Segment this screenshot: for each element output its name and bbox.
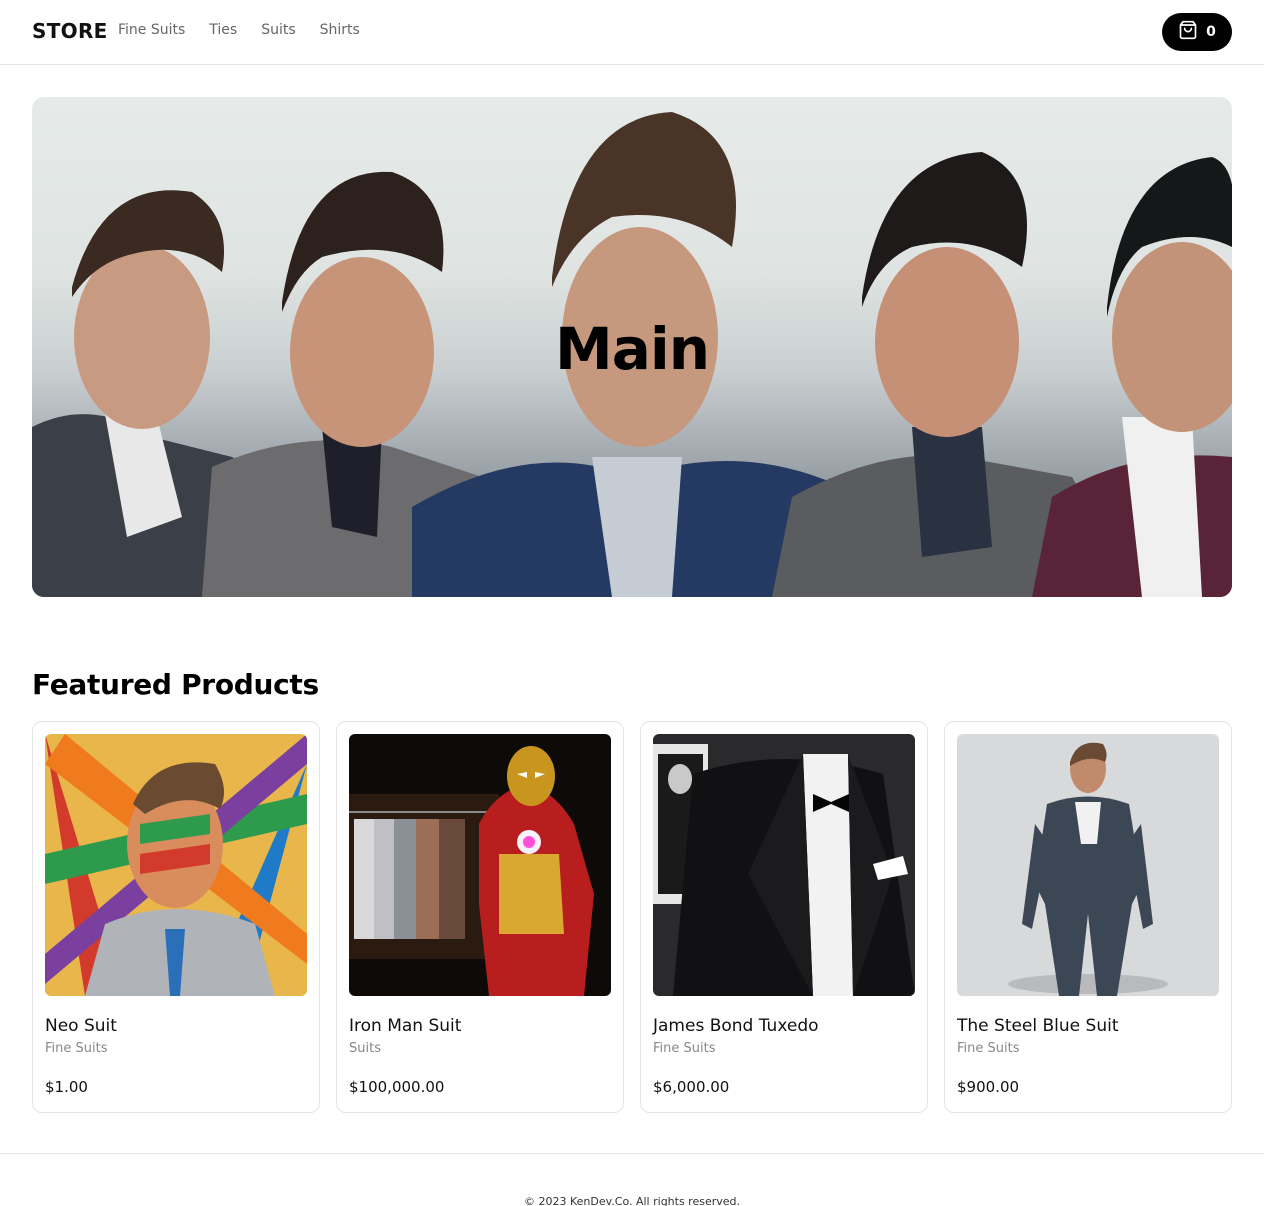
nav-link-fine-suits[interactable]: Fine Suits bbox=[118, 22, 185, 38]
product-image[interactable] bbox=[349, 734, 611, 996]
product-image[interactable] bbox=[957, 734, 1219, 996]
hero-title: Main bbox=[554, 315, 710, 383]
cart-button[interactable]: 0 bbox=[1162, 13, 1232, 51]
product-category: Fine Suits bbox=[653, 1041, 716, 1056]
product-price: $100,000.00 bbox=[349, 1078, 445, 1096]
product-category: Fine Suits bbox=[45, 1041, 108, 1056]
nav-link-shirts[interactable]: Shirts bbox=[320, 22, 360, 38]
main-nav: Fine Suits Ties Suits Shirts bbox=[118, 22, 360, 38]
product-image[interactable] bbox=[653, 734, 915, 996]
copyright-text: © 2023 KenDev.Co. All rights reserved. bbox=[523, 1195, 741, 1206]
site-footer: © 2023 KenDev.Co. All rights reserved. bbox=[0, 1153, 1264, 1206]
product-card[interactable]: Neo Suit Fine Suits $1.00 bbox=[32, 721, 320, 1113]
product-grid: Neo Suit Fine Suits $1.00 Iron Man Suit … bbox=[32, 721, 1232, 1113]
product-category: Fine Suits bbox=[957, 1041, 1020, 1056]
product-price: $6,000.00 bbox=[653, 1078, 730, 1096]
nav-link-ties[interactable]: Ties bbox=[209, 22, 237, 38]
product-name[interactable]: Neo Suit bbox=[45, 1016, 307, 1036]
product-name[interactable]: James Bond Tuxedo bbox=[653, 1016, 915, 1036]
shopping-bag-icon bbox=[1178, 20, 1198, 44]
featured-products-title: Featured Products bbox=[32, 668, 319, 701]
product-card[interactable]: Iron Man Suit Suits $100,000.00 bbox=[336, 721, 624, 1113]
product-price: $1.00 bbox=[45, 1078, 88, 1096]
nav-link-suits[interactable]: Suits bbox=[261, 22, 295, 38]
product-image[interactable] bbox=[45, 734, 307, 996]
store-logo[interactable]: STORE bbox=[32, 19, 108, 43]
hero-billboard: Main bbox=[32, 97, 1232, 597]
product-card[interactable]: The Steel Blue Suit Fine Suits $900.00 bbox=[944, 721, 1232, 1113]
product-name[interactable]: Iron Man Suit bbox=[349, 1016, 611, 1036]
product-name[interactable]: The Steel Blue Suit bbox=[957, 1016, 1219, 1036]
product-category: Suits bbox=[349, 1041, 381, 1056]
site-header: STORE Fine Suits Ties Suits Shirts 0 bbox=[0, 0, 1264, 65]
product-price: $900.00 bbox=[957, 1078, 1020, 1096]
product-card[interactable]: James Bond Tuxedo Fine Suits $6,000.00 bbox=[640, 721, 928, 1113]
cart-count: 0 bbox=[1206, 24, 1216, 40]
